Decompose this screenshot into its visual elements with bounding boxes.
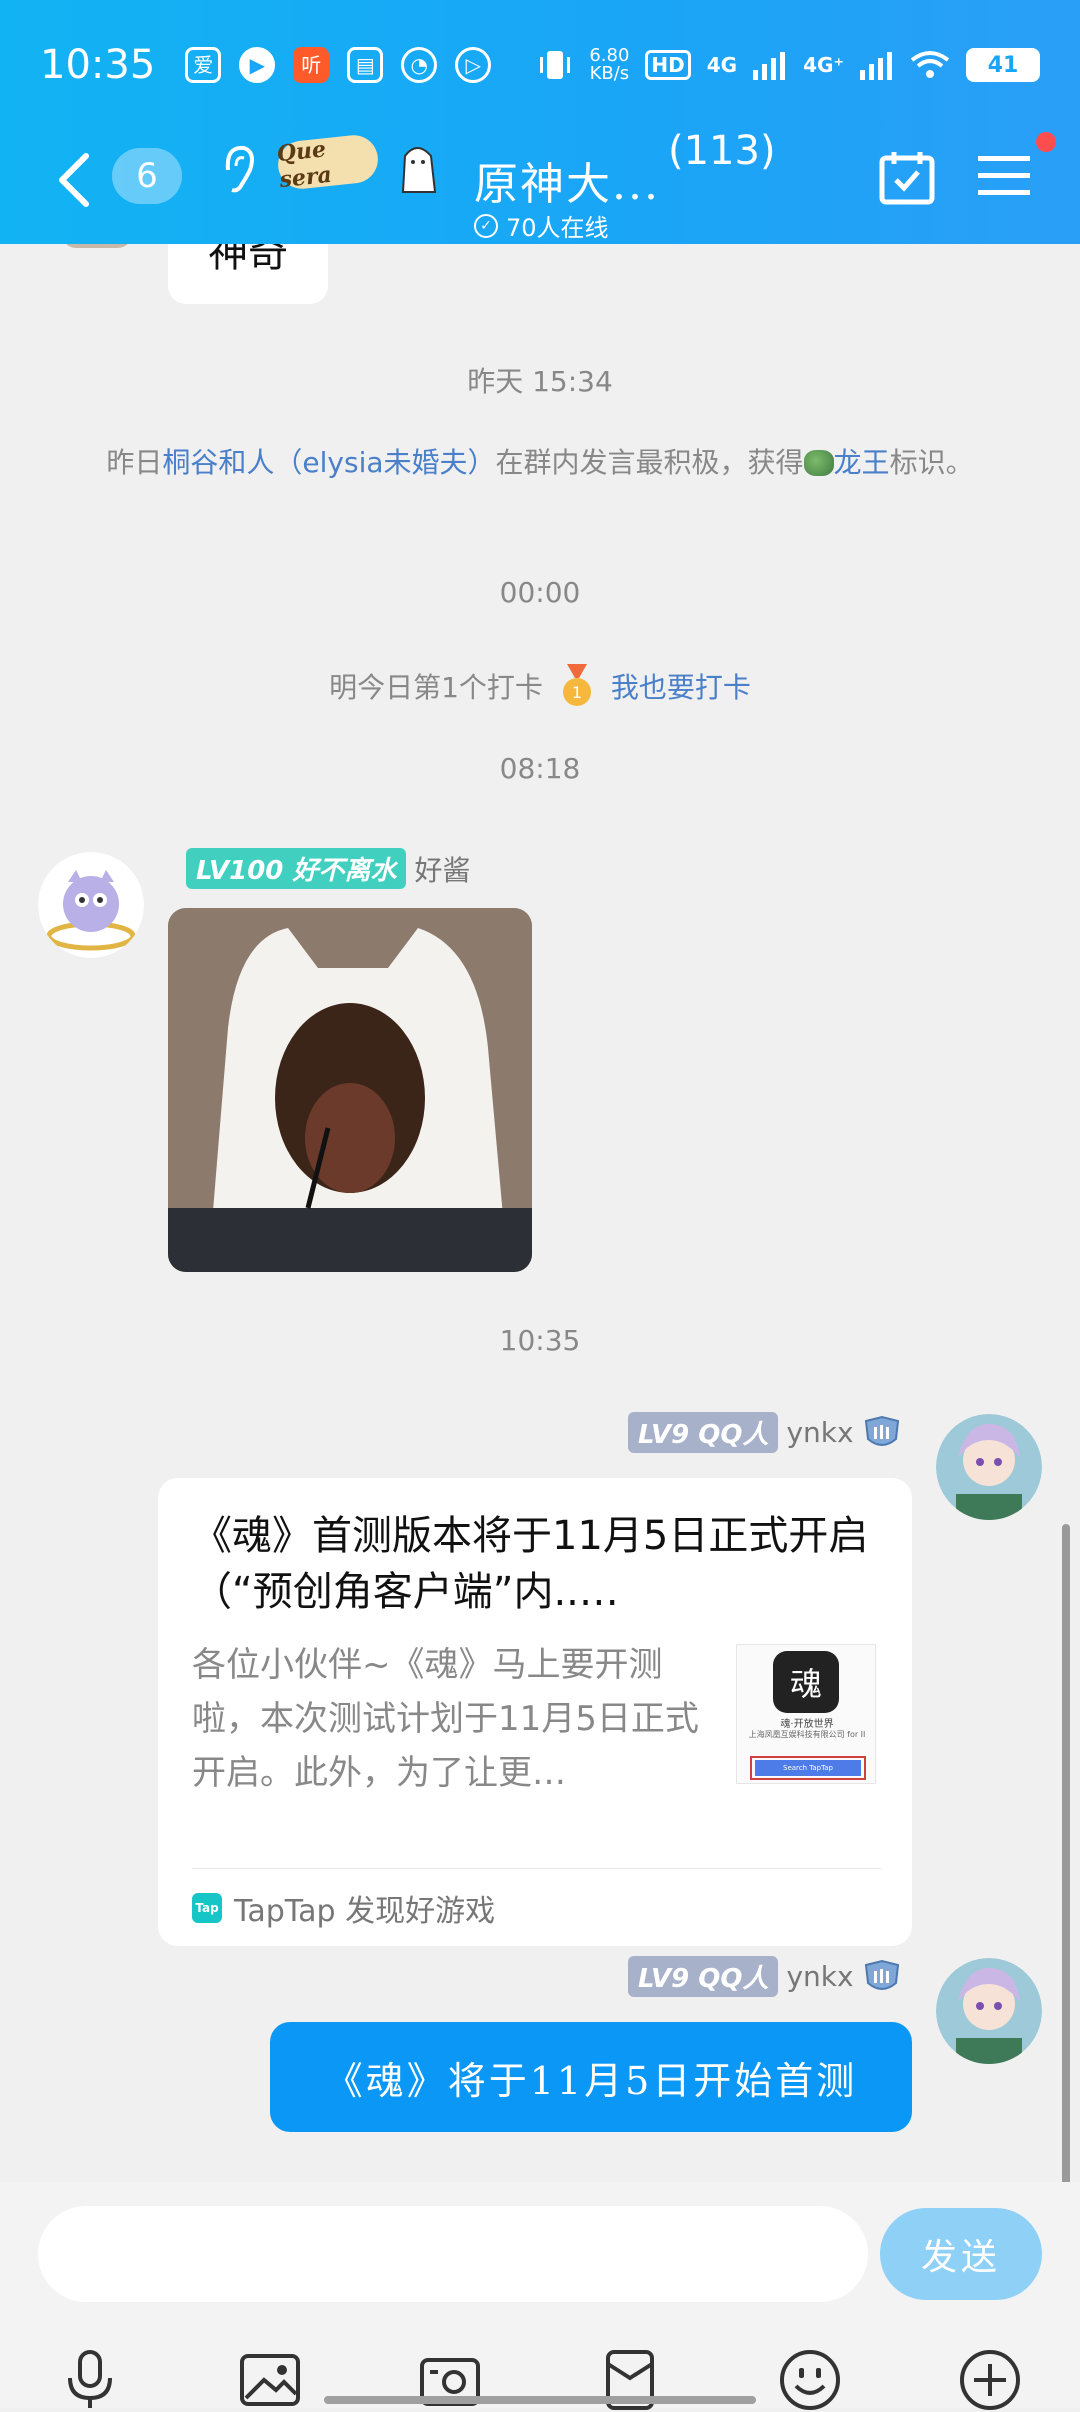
sender-info: LV9 QQ人 ynkx (628, 1412, 902, 1453)
signal-2-icon (860, 52, 892, 80)
iqiyi-icon: 爱 (185, 47, 222, 83)
sender-name[interactable]: 好酱 (414, 849, 470, 889)
shield-badge-icon (864, 1415, 899, 1446)
card-thumbnail: 魂 魂·开放世界 上海凤凰互娱科技有限公司 for II Search TapT… (736, 1644, 876, 1784)
message-bubble[interactable]: 神奇 (168, 244, 328, 304)
checkin-link[interactable]: 我也要打卡 (611, 666, 751, 706)
dragon-king-link[interactable]: 龙王 (834, 446, 890, 479)
system-text: 在群内发言最积极，获得 (495, 446, 804, 479)
checkin-text: 明今日第1个打卡 (329, 671, 543, 704)
group-sticker-logo: Que sera (276, 132, 381, 193)
checkin-notice: 明今日第1个打卡 1 我也要打卡 (0, 664, 1080, 708)
time-separator: 08:18 (499, 752, 581, 785)
online-check-icon: ✓ (474, 213, 498, 238)
chat-scrollbar[interactable] (1062, 1524, 1070, 2182)
sender-name[interactable]: ynkx (786, 1416, 853, 1449)
sender-name[interactable]: ynkx (786, 1960, 853, 1993)
video-app-icon: ▷ (455, 47, 492, 83)
ghost-sticker-icon (401, 147, 437, 193)
member-title: QQ人 (698, 1420, 769, 1450)
online-status: ✓ 70人在线 (474, 208, 609, 243)
thumb-button: Search TapTap (783, 1764, 833, 1772)
avatar[interactable] (936, 1958, 1042, 2064)
avatar[interactable] (936, 1414, 1042, 1520)
emoji-icon[interactable] (778, 2348, 842, 2412)
chat-messages[interactable]: 神奇 昨天 15:34 昨日桐谷和人（elysia未婚夫）在群内发言最积极，获得… (0, 244, 1080, 2182)
dragon-king-icon (803, 450, 834, 476)
level-text: LV100 (196, 856, 284, 886)
battery-indicator: 41 (966, 48, 1040, 82)
send-button[interactable]: 发送 (880, 2208, 1042, 2300)
unread-count-badge[interactable]: 6 (112, 148, 182, 204)
member-title: 好不离水 (292, 856, 397, 886)
avatar[interactable] (62, 244, 132, 248)
cat-sticker-image[interactable] (168, 908, 532, 1272)
time-separator: 10:35 (499, 1324, 581, 1357)
level-badge: LV9 QQ人 (628, 1956, 779, 1997)
time-separator: 昨天 15:34 (467, 365, 613, 398)
back-button[interactable] (54, 150, 94, 210)
thumb-caption: 魂·开放世界 (780, 1719, 834, 1730)
status-app-icons: 爱 ▶ 听 ▤ ◔ ▷ (185, 47, 492, 83)
member-title: QQ人 (698, 1964, 769, 1994)
status-bar: 10:35 爱 ▶ 听 ▤ ◔ ▷ 6.80 KB/s HD 4G 4G⁺ 41 (0, 30, 1080, 100)
level-text: LV9 (638, 1964, 690, 1994)
chat-header: 10:35 爱 ▶ 听 ▤ ◔ ▷ 6.80 KB/s HD 4G 4G⁺ 41… (0, 0, 1080, 244)
net-speed: 6.80 KB/s (589, 47, 629, 83)
qq-message-icon: ◔ (401, 47, 438, 83)
card-divider (192, 1868, 882, 1869)
checkin-calendar-icon[interactable] (878, 148, 936, 206)
group-name[interactable]: 原神大... (474, 148, 660, 212)
wifi-icon (910, 51, 950, 78)
nav-bar: 6 Que sera 原神大... (113) ✓ 70人在线 (0, 120, 1080, 243)
status-indicators: 6.80 KB/s HD 4G 4G⁺ 41 (537, 47, 1040, 83)
system-text: 昨日 (106, 446, 163, 479)
home-indicator[interactable] (324, 2396, 756, 2404)
card-title: 《魂》首测版本将于11月5日正式开启（“预创角客户端”内..… (192, 1513, 869, 1615)
system-message: 昨日桐谷和人（elysia未婚夫）在群内发言最积极，获得 龙王标识。 (80, 440, 1000, 486)
plus-icon[interactable] (958, 2348, 1022, 2412)
hd-icon: HD (645, 50, 691, 80)
listen-app-icon: 听 (293, 47, 330, 83)
link-share-card[interactable]: 《魂》首测版本将于11月5日正式开启（“预创角客户端”内..… 各位小伙伴~《魂… (158, 1478, 912, 1946)
thumb-company: 上海凤凰互娱科技有限公司 for II (748, 1730, 866, 1739)
notebook-icon: ▤ (347, 47, 384, 83)
ear-mode-icon[interactable] (218, 140, 258, 200)
svg-text:魂: 魂 (790, 1665, 822, 1703)
svg-text:1: 1 (572, 683, 582, 702)
medal-icon: 1 (562, 664, 591, 706)
level-badge: LV100 好不离水 (186, 848, 407, 889)
voice-icon[interactable] (58, 2348, 122, 2412)
message-input[interactable] (38, 2206, 868, 2302)
cat-sticker-graphic (168, 908, 532, 1272)
input-area: 发送 (0, 2182, 1080, 2410)
taptap-icon: Tap (192, 1893, 222, 1923)
play-icon: ▶ (239, 47, 276, 83)
online-count: 70人在线 (506, 214, 609, 242)
system-user-link[interactable]: 桐谷和人（elysia未婚夫） (162, 446, 495, 479)
level-text: LV9 (638, 1420, 690, 1450)
sender-info: LV9 QQ人 ynkx (628, 1956, 902, 1997)
signal-icon (753, 52, 786, 80)
message-bubble[interactable]: 《魂》将于11月5日开始首测 (270, 2022, 912, 2132)
menu-icon[interactable] (978, 154, 1030, 198)
sim2-label: 4G⁺ (803, 53, 844, 77)
time-separator: 00:00 (499, 576, 581, 609)
menu-notification-dot (1036, 132, 1056, 152)
card-source: Tap TapTap 发现好游戏 (192, 1878, 495, 1938)
card-description: 各位小伙伴~《魂》马上要开测啦，本次测试计划于11月5日正式开启。此外，为了让更… (192, 1645, 699, 1793)
sim1-label: 4G (706, 53, 738, 77)
vibrate-icon (540, 51, 571, 79)
avatar[interactable] (38, 852, 144, 958)
member-count: (113) (668, 128, 776, 174)
card-source-text: TapTap 发现好游戏 (234, 1894, 496, 1929)
shield-badge-icon (864, 1959, 899, 1990)
net-speed-unit: KB/s (589, 63, 630, 84)
sender-info: LV100 好不离水 好酱 (186, 848, 470, 889)
status-time: 10:35 (40, 42, 156, 88)
system-text: 标识。 (889, 446, 974, 479)
level-badge: LV9 QQ人 (628, 1412, 779, 1453)
image-icon[interactable] (238, 2348, 302, 2412)
